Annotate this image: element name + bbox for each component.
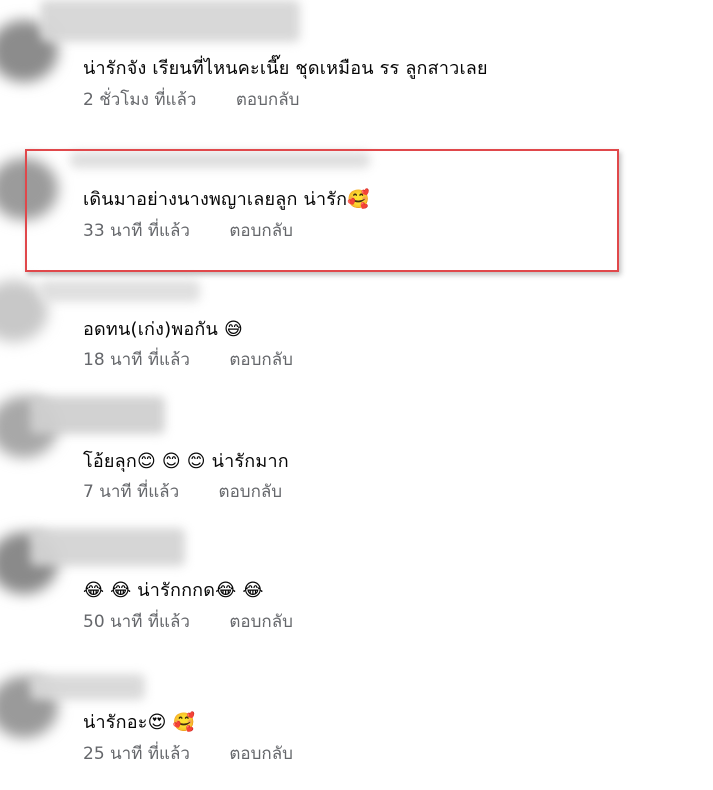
comment-meta: 7 นาที ที่แล้ว ตอบกลับ	[83, 478, 282, 505]
comment-time: 25 นาที ที่แล้ว	[83, 744, 190, 764]
reply-link[interactable]: ตอบกลับ	[236, 86, 300, 113]
reply-link[interactable]: ตอบกลับ	[229, 217, 293, 244]
comment-time: 33 นาที ที่แล้ว	[83, 221, 190, 241]
reply-link[interactable]: ตอบกลับ	[229, 346, 293, 373]
comment-time: 50 นาที ที่แล้ว	[83, 612, 190, 632]
blurred-name	[30, 674, 145, 700]
comment-text: โอ้ยลุก😊 😊 😊 น่ารักมาก	[83, 451, 289, 472]
comment-text: น่ารักจัง เรียนที่ไหนคะเนี๊ย ชุดเหมือน ร…	[83, 58, 488, 79]
comment-text: น่ารักอะ😍 🥰	[83, 712, 196, 733]
comment-meta: 25 นาที ที่แล้ว ตอบกลับ	[83, 740, 293, 767]
comment-text: 😂 😂 น่ารักกกด😂 😂	[83, 580, 264, 601]
reply-link[interactable]: ตอบกลับ	[229, 740, 293, 767]
comment-meta: 2 ชั่วโมง ที่แล้ว ตอบกลับ	[83, 86, 299, 113]
comment-meta: 33 นาที ที่แล้ว ตอบกลับ	[83, 217, 293, 244]
comment-text: เดินมาอย่างนางพญาเลยลูก น่ารัก🥰	[83, 189, 370, 210]
reply-link[interactable]: ตอบกลับ	[229, 608, 293, 635]
comment-text: อดทน(เก่ง)พอกัน 😅	[83, 319, 243, 340]
comment-meta: 18 นาที ที่แล้ว ตอบกลับ	[83, 346, 293, 373]
comment-time: 2 ชั่วโมง ที่แล้ว	[83, 90, 197, 110]
comment-time: 18 นาที ที่แล้ว	[83, 350, 190, 370]
comment-meta: 50 นาที ที่แล้ว ตอบกลับ	[83, 608, 293, 635]
blurred-name	[30, 528, 185, 566]
blurred-name	[40, 0, 300, 42]
reply-link[interactable]: ตอบกลับ	[219, 478, 283, 505]
blurred-name	[30, 396, 165, 434]
comment-time: 7 นาที ที่แล้ว	[83, 482, 180, 502]
blurred-name	[40, 280, 200, 302]
